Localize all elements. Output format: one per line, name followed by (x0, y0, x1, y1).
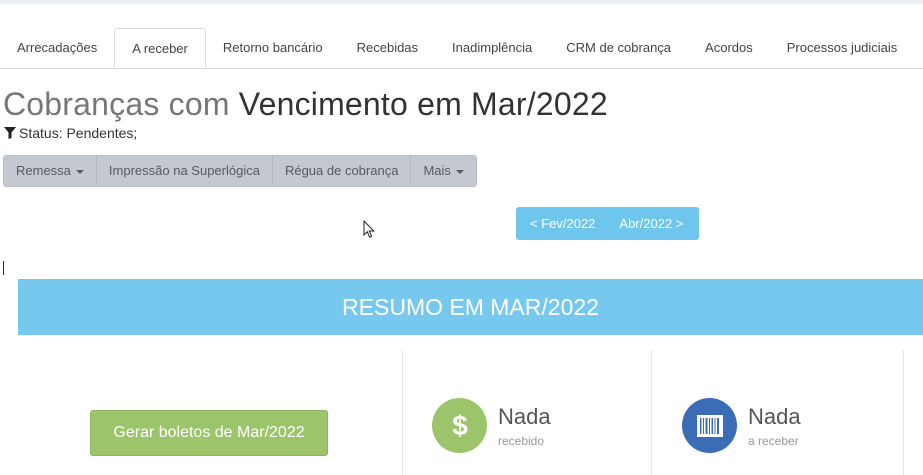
dollar-icon: $ (432, 398, 487, 453)
receivable-value: Nada (748, 403, 801, 429)
received-caption: recebido (498, 433, 545, 448)
top-strip (0, 0, 923, 4)
summary-banner: RESUMO EM MAR/2022 (18, 279, 923, 335)
tab-recebidas[interactable]: Recebidas (340, 28, 435, 68)
caret-down-icon (75, 169, 84, 174)
action-toolbar: Remessa Impressão na Superlógica Régua d… (3, 155, 477, 187)
svg-text:$: $ (452, 411, 468, 441)
tab-acordos[interactable]: Acordos (688, 28, 770, 68)
tab-crm-de-cobranca[interactable]: CRM de cobrança (549, 28, 688, 68)
page-title-main: Vencimento em Mar/2022 (238, 86, 608, 122)
column-divider (651, 350, 652, 475)
receivable-stat: Nada a receber (682, 398, 801, 453)
status-filter-text: Status: Pendentes; (19, 125, 138, 141)
tab-truncated[interactable]: R (914, 28, 923, 68)
filter-icon (4, 127, 16, 139)
tab-retorno-bancario[interactable]: Retorno bancário (206, 28, 340, 68)
mouse-pointer-icon (363, 220, 375, 238)
tab-arrecadacoes[interactable]: Arrecadações (0, 28, 114, 68)
tab-bar: Arrecadações A receber Retorno bancário … (0, 28, 923, 69)
column-divider (903, 350, 904, 475)
column-divider (402, 350, 403, 475)
mais-label: Mais (423, 163, 451, 178)
tab-a-receber[interactable]: A receber (114, 28, 206, 68)
page-title: Cobranças com Vencimento em Mar/2022 (3, 86, 608, 123)
regua-de-cobranca-button[interactable]: Régua de cobrança (272, 156, 412, 186)
remessa-dropdown-button[interactable]: Remessa (4, 156, 97, 186)
tab-processos-judiciais[interactable]: Processos judiciais (770, 28, 915, 68)
barcode-icon (682, 398, 737, 453)
tab-inadimplencia[interactable]: Inadimplência (435, 28, 549, 68)
receivable-caption: a receber (748, 433, 799, 448)
previous-month-button[interactable]: < Fev/2022 (516, 207, 607, 240)
received-stat: $ Nada recebido (432, 398, 551, 453)
text-caret (3, 261, 4, 275)
impressao-superlogica-button[interactable]: Impressão na Superlógica (96, 156, 273, 186)
remessa-label: Remessa (16, 163, 71, 178)
generate-boletos-button[interactable]: Gerar boletos de Mar/2022 (90, 410, 328, 456)
caret-down-icon (455, 169, 464, 174)
received-value: Nada (498, 403, 551, 429)
page-title-prefix: Cobranças com (3, 86, 230, 122)
status-filter: Status: Pendentes; (4, 125, 137, 141)
next-month-button[interactable]: Abr/2022 > (607, 207, 695, 240)
mais-dropdown-button[interactable]: Mais (411, 156, 476, 186)
month-navigation: < Fev/2022 Abr/2022 > (516, 207, 699, 240)
